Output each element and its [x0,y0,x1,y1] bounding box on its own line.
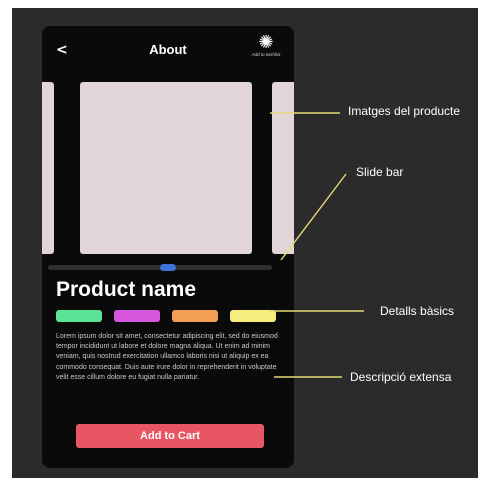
wishlist-button[interactable]: ✺ Add to wishlist [246,32,286,58]
previous-image[interactable] [42,82,54,254]
wishlist-label: Add to wishlist [251,52,281,57]
slide-bar-thumb[interactable] [160,264,176,271]
color-swatch[interactable] [230,310,276,322]
annotation-description: Descripció extensa [350,370,452,384]
next-image[interactable] [272,82,294,254]
color-swatch[interactable] [56,310,102,322]
product-description: Lorem ipsum dolor sit amet, consectetur … [56,333,278,381]
annotation-images: Imatges del producte [348,104,461,118]
annotation-slider: Slide bar [356,165,404,179]
design-canvas: < About ✺ Add to wishlist Product name L… [12,8,478,478]
main-image[interactable] [80,82,252,254]
product-name: Product name [56,278,197,301]
color-swatch[interactable] [114,310,160,322]
color-swatch[interactable] [172,310,218,322]
phone-screen: < About ✺ Add to wishlist Product name L… [42,26,294,468]
add-to-cart-button[interactable]: Add to Cart [76,424,264,448]
annotation-details: Detalls bàsics [380,304,455,318]
starburst-icon: ✺ [258,32,274,53]
image-slide-bar[interactable] [48,264,272,271]
